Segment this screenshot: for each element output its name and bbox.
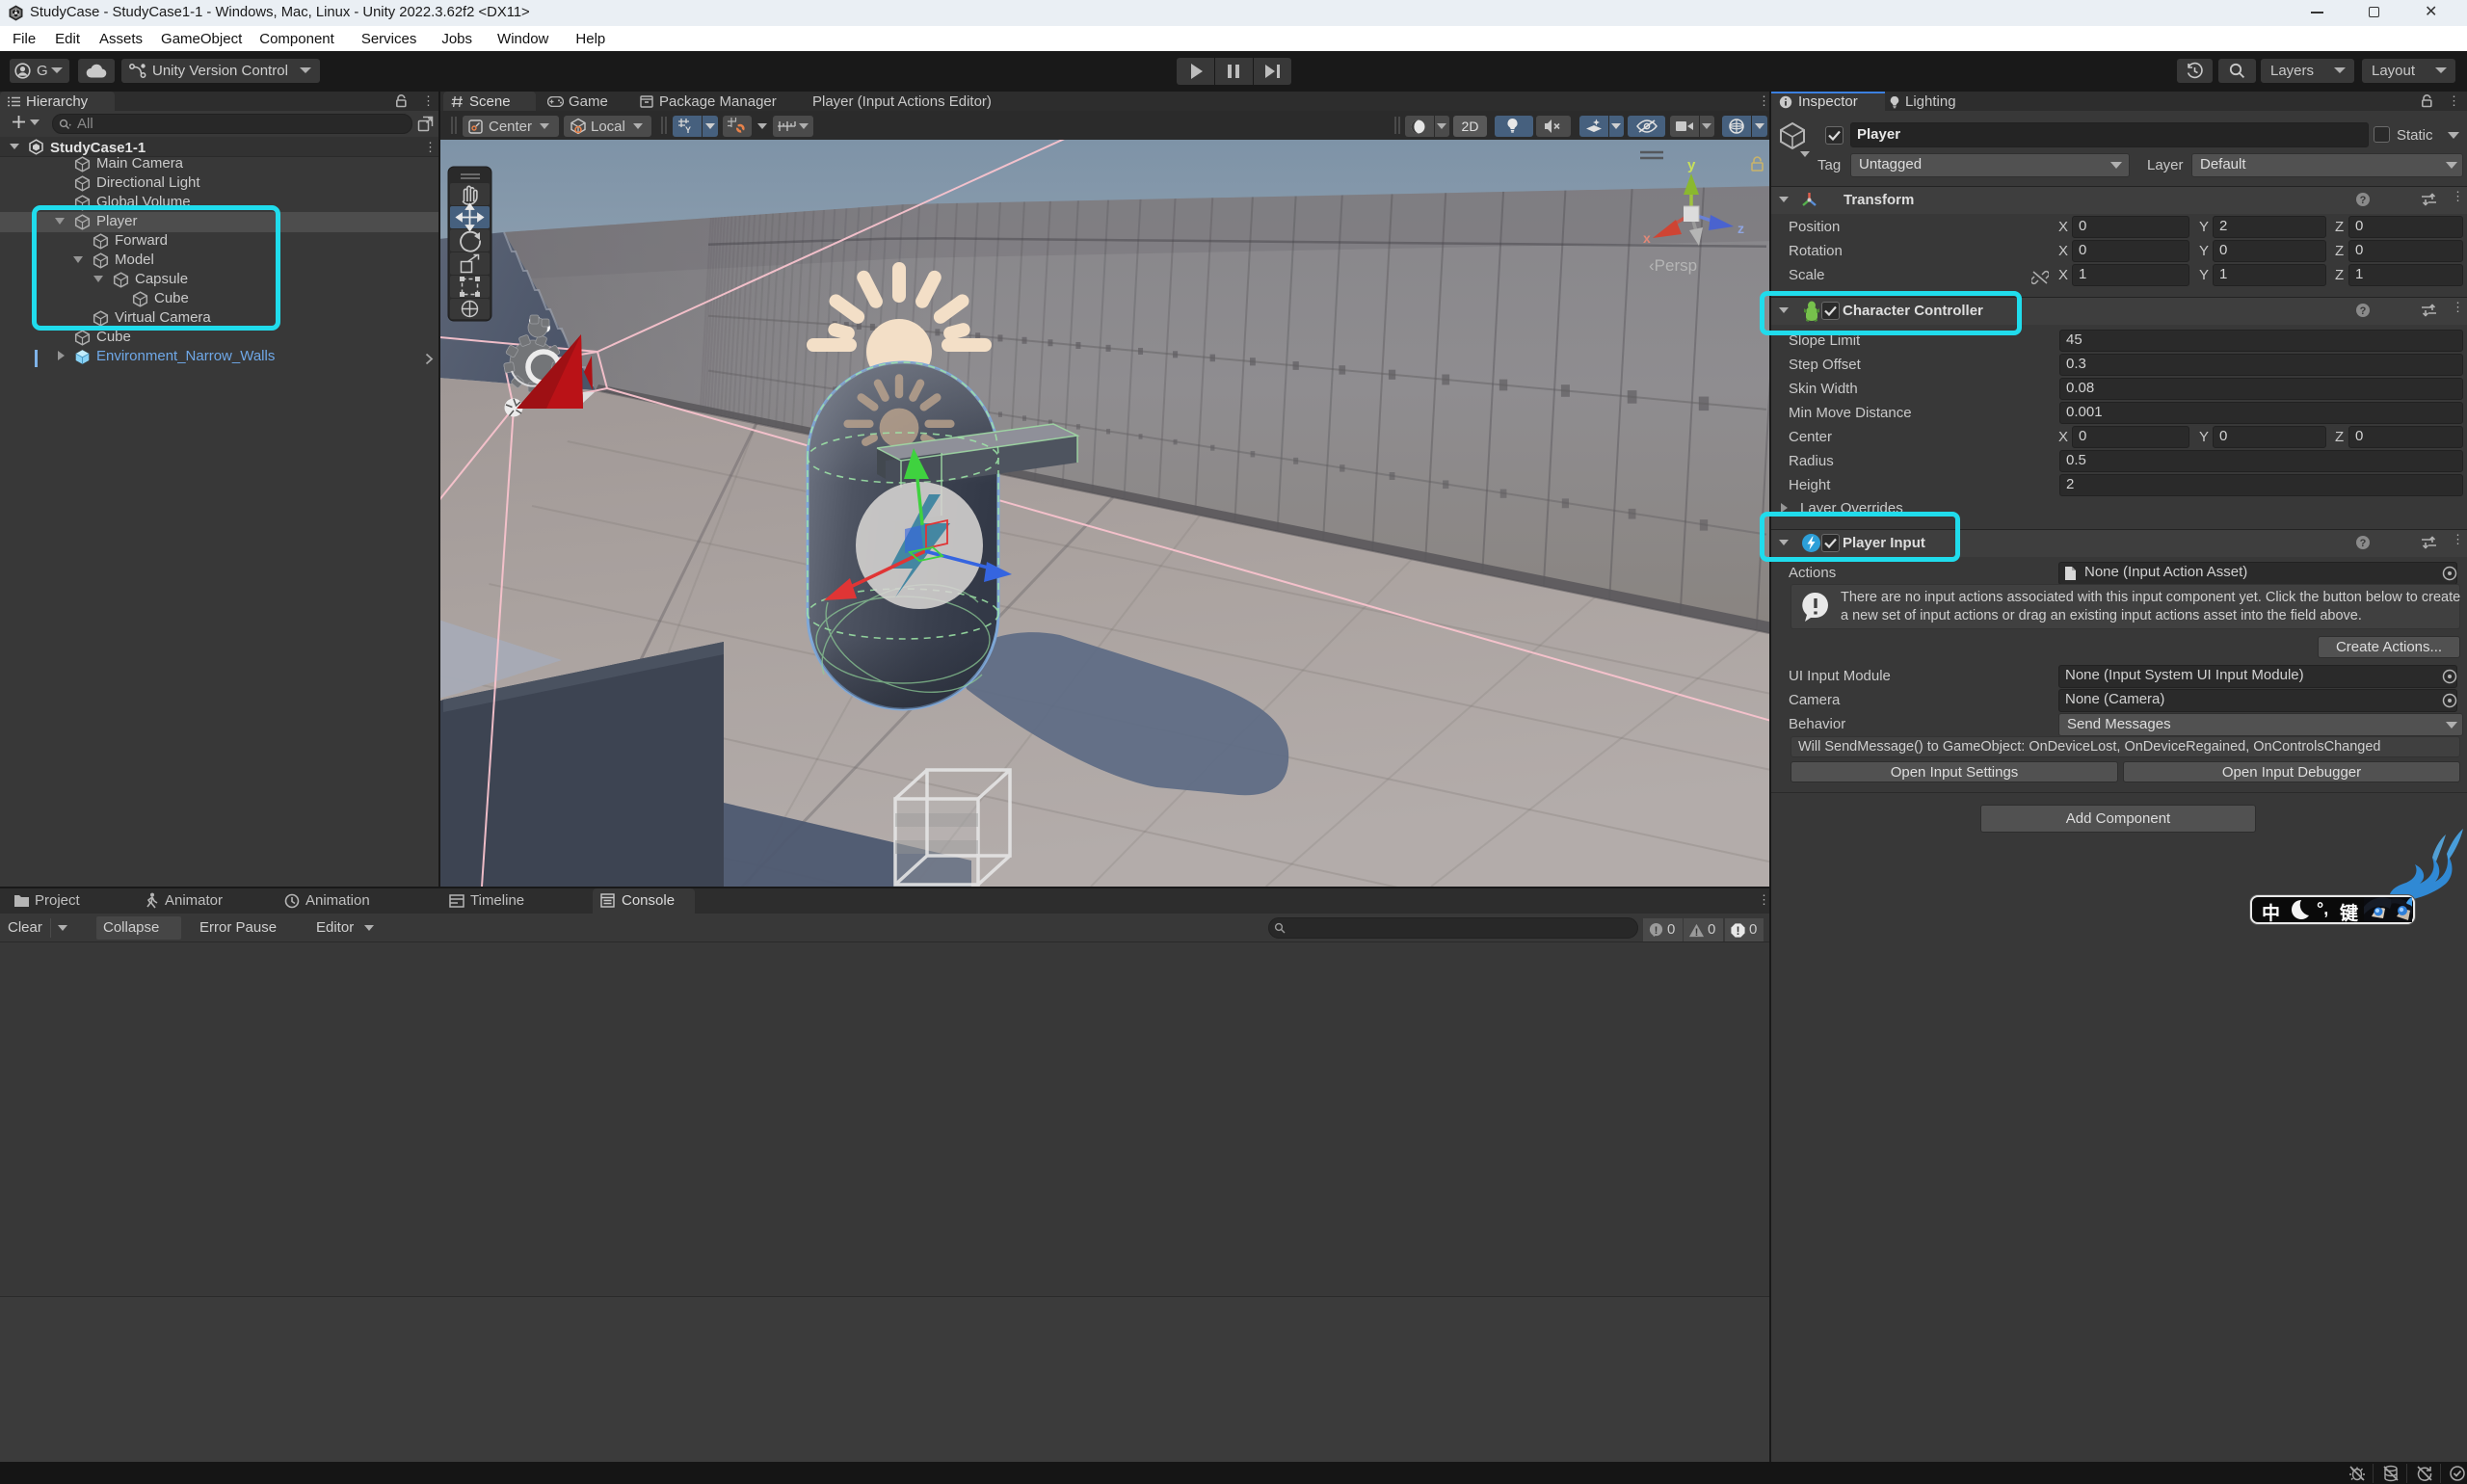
svg-text:y: y bbox=[1687, 157, 1696, 173]
svg-text:?: ? bbox=[2360, 195, 2367, 206]
svg-text:‹Persp: ‹Persp bbox=[1649, 256, 1697, 275]
svg-text:Y: Y bbox=[685, 125, 691, 134]
svg-text:x: x bbox=[1643, 230, 1651, 246]
svg-text:?: ? bbox=[2360, 305, 2367, 317]
svg-text:!: ! bbox=[1655, 925, 1658, 937]
svg-text:?: ? bbox=[2360, 538, 2367, 549]
svg-text:!: ! bbox=[1736, 924, 1739, 938]
svg-text:z: z bbox=[1738, 221, 1744, 236]
svg-text:!: ! bbox=[1695, 927, 1699, 939]
